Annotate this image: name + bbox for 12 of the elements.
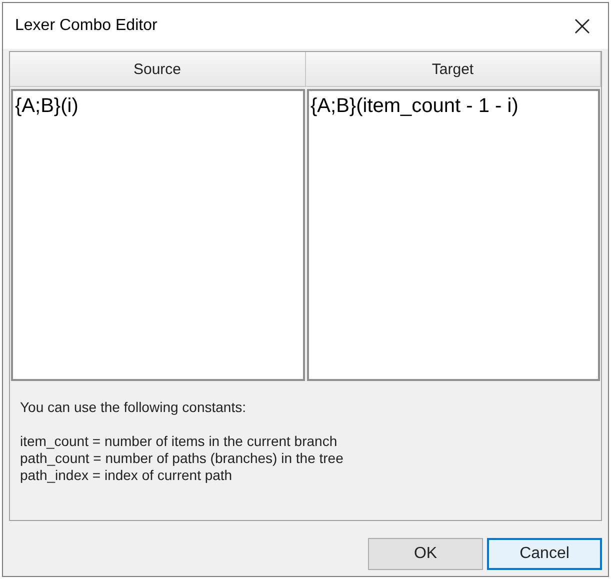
constant-description: path_index = index of current path [20, 467, 234, 484]
column-header: Target [306, 52, 601, 87]
expression-field[interactable]: {A;B}(i) [11, 89, 304, 381]
expression-field[interactable]: {A;B}(item_count - 1 - i) [306, 89, 600, 381]
cancel-button[interactable]: Cancel [487, 538, 602, 570]
ok-button[interactable]: OK [368, 538, 483, 570]
constants-intro: You can use the following constants: [20, 399, 247, 415]
window-title: Lexer Combo Editor [15, 17, 158, 35]
close-button[interactable]: × [566, 12, 598, 40]
constant-description: path_count = number of paths (branches) in the tree [20, 450, 344, 467]
column-header: Source [10, 52, 306, 87]
constant-description: item_count = number of items in the current branch [20, 433, 338, 450]
